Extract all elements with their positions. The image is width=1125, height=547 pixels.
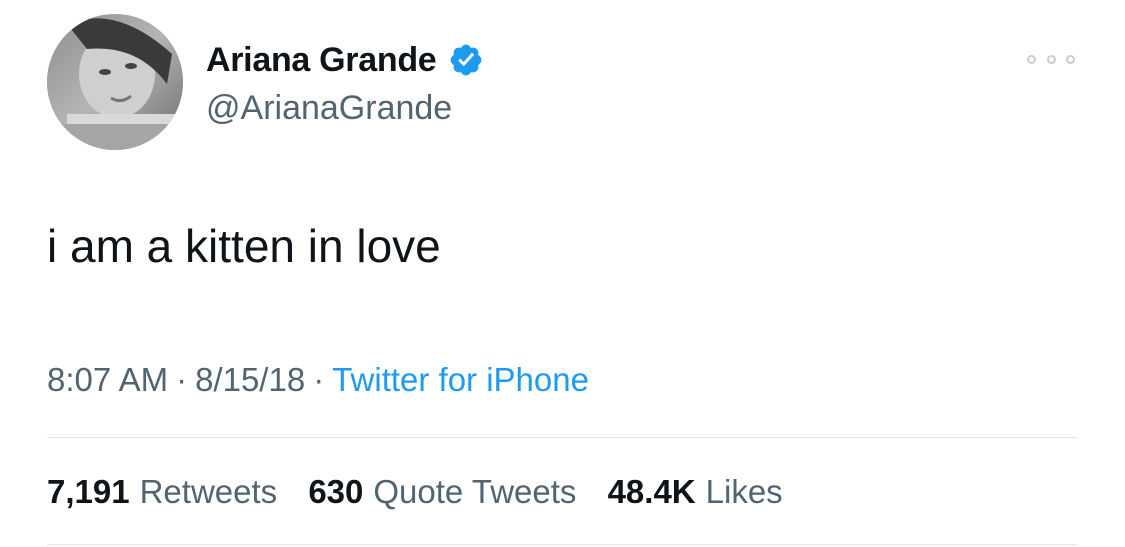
verified-badge-icon — [448, 42, 484, 78]
quote-tweets-label: Quote Tweets — [373, 473, 577, 510]
meta-separator: · — [313, 361, 325, 398]
retweets-stat[interactable]: 7,191 Retweets — [47, 473, 277, 510]
quote-tweets-count: 630 — [308, 473, 364, 510]
more-dot — [1027, 54, 1036, 64]
tweet-source-link[interactable]: Twitter for iPhone — [332, 361, 589, 398]
avatar[interactable] — [47, 14, 183, 150]
tweet-text: i am a kitten in love — [47, 220, 441, 272]
author-name[interactable]: Ariana Grande — [206, 38, 437, 82]
more-options-icon[interactable] — [1027, 46, 1075, 72]
tweet-stats: 7,191 Retweets 630 Quote Tweets 48.4K Likes — [47, 470, 805, 514]
author-name-row[interactable]: Ariana Grande — [206, 38, 484, 82]
retweets-label: Retweets — [139, 473, 278, 510]
tweet-date[interactable]: 8/15/18 — [195, 361, 305, 398]
likes-count: 48.4K — [607, 473, 696, 510]
more-dot — [1046, 54, 1056, 64]
tweet-time[interactable]: 8:07 AM — [47, 361, 168, 398]
more-dot — [1066, 54, 1075, 64]
likes-label: Likes — [705, 473, 783, 510]
tweet-meta: 8:07 AM · 8/15/18 · Twitter for iPhone — [47, 358, 589, 402]
likes-stat[interactable]: 48.4K Likes — [608, 473, 783, 510]
retweets-count: 7,191 — [47, 473, 130, 510]
tweet-card: Ariana Grande @ArianaGrande i am a kitte… — [0, 0, 1125, 547]
divider — [47, 544, 1077, 545]
author-handle[interactable]: @ArianaGrande — [206, 86, 452, 130]
meta-separator: · — [176, 361, 188, 398]
quote-tweets-stat[interactable]: 630 Quote Tweets — [308, 473, 576, 510]
avatar-photo — [47, 14, 183, 150]
divider — [47, 437, 1077, 438]
